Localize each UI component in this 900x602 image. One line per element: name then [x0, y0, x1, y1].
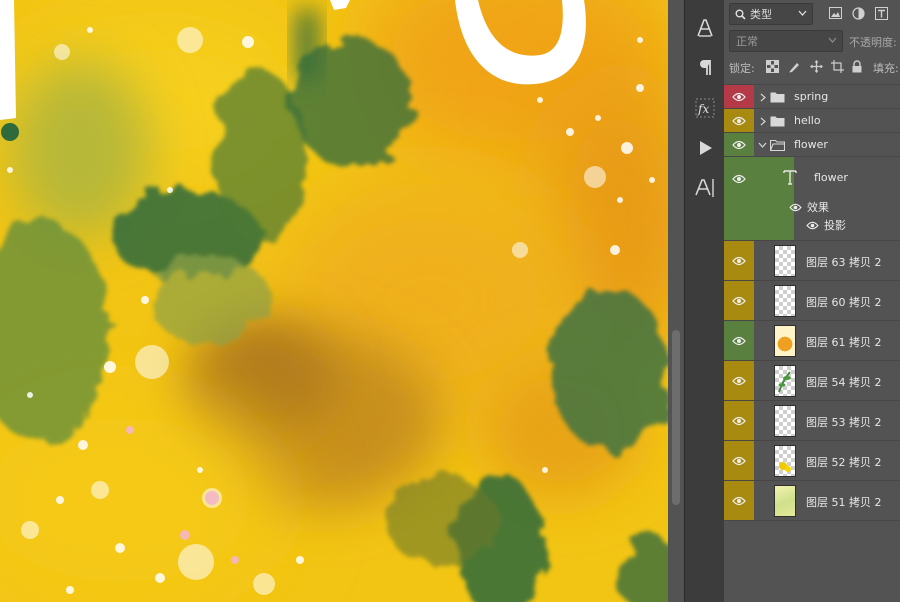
eye-icon: [732, 496, 746, 506]
search-icon: [735, 9, 746, 20]
opacity-label: 不透明度:: [849, 36, 897, 49]
visibility-toggle[interactable]: [724, 361, 754, 401]
layer-row-flower-text[interactable]: flower 效果 投影: [724, 156, 900, 241]
layer-name[interactable]: 图层 51 拷贝 2: [806, 494, 882, 510]
svg-text:fx: fx: [697, 102, 709, 116]
effects-eye-icon[interactable]: [789, 203, 802, 212]
layer-name[interactable]: 图层 54 拷贝 2: [806, 374, 882, 390]
collapsed-panels-strip: fx: [684, 0, 725, 602]
layer-row-63[interactable]: 图层 63 拷贝 2: [724, 240, 900, 281]
folder-icon: [770, 91, 785, 103]
layer-row-hello[interactable]: hello: [724, 108, 900, 133]
eye-icon: [732, 336, 746, 346]
visibility-toggle[interactable]: [724, 85, 754, 109]
fx-icon[interactable]: fx: [689, 92, 721, 124]
layer-row-54[interactable]: 图层 54 拷贝 2: [724, 360, 900, 401]
lock-label: 锁定:: [729, 62, 755, 75]
lock-all-icon[interactable]: [851, 60, 865, 74]
filter-adjustment-icon[interactable]: [849, 4, 867, 22]
visibility-toggle[interactable]: [724, 109, 754, 133]
layer-thumbnail: [774, 285, 796, 317]
eye-icon: [732, 174, 746, 184]
eye-icon: [732, 416, 746, 426]
type-layer-icon: [782, 169, 798, 185]
eye-icon: [732, 376, 746, 386]
eye-icon: [732, 456, 746, 466]
effects-label[interactable]: 效果: [807, 199, 829, 215]
open-folder-icon: [770, 139, 785, 151]
lock-image-pixels-icon[interactable]: [788, 60, 802, 74]
eye-icon: [732, 140, 746, 150]
layer-thumbnail: [774, 325, 796, 357]
lock-transparent-pixels-icon[interactable]: [766, 60, 780, 74]
blend-row: 正常 不透明度:: [724, 28, 900, 52]
layer-name[interactable]: flower: [794, 138, 828, 151]
blend-mode-dropdown[interactable]: 正常: [729, 30, 843, 52]
watercolor-artwork: [0, 0, 668, 602]
filter-kind-label: 类型: [750, 8, 772, 21]
layer-row-51[interactable]: 图层 51 拷贝 2: [724, 480, 900, 521]
visibility-toggle[interactable]: [724, 321, 754, 361]
chevron-right-icon[interactable]: [760, 117, 766, 126]
glyphs-icon[interactable]: [689, 172, 721, 204]
visibility-toggle[interactable]: [724, 281, 754, 321]
folder-icon: [770, 115, 785, 127]
layer-thumbnail: [774, 245, 796, 277]
layer-row-60[interactable]: 图层 60 拷贝 2: [724, 280, 900, 321]
visibility-toggle[interactable]: [724, 401, 754, 441]
layer-thumbnail: [774, 405, 796, 437]
chevron-down-icon: [828, 37, 837, 43]
filter-type-icon[interactable]: [872, 4, 890, 22]
lock-artboard-icon[interactable]: [831, 60, 845, 74]
layers-panel: 类型 正常 不透明度: 锁定: 填充: spring hello flower …: [724, 0, 900, 602]
filter-kind-dropdown[interactable]: 类型: [729, 3, 813, 25]
fill-label: 填充:: [873, 62, 899, 75]
filter-pixel-icon[interactable]: [826, 4, 844, 22]
play-icon[interactable]: [689, 132, 721, 164]
layer-thumbnail: [774, 365, 796, 397]
paragraph-icon[interactable]: [689, 51, 721, 83]
layer-name[interactable]: 图层 60 拷贝 2: [806, 294, 882, 310]
visibility-toggle[interactable]: [724, 133, 754, 157]
document-canvas[interactable]: [0, 0, 668, 602]
layer-name[interactable]: 图层 52 拷贝 2: [806, 454, 882, 470]
canvas-vertical-scrollbar[interactable]: [668, 0, 684, 602]
layer-row-53[interactable]: 图层 53 拷贝 2: [724, 400, 900, 441]
layer-name[interactable]: 图层 63 拷贝 2: [806, 254, 882, 270]
layer-name[interactable]: 图层 61 拷贝 2: [806, 334, 882, 350]
eye-icon: [732, 92, 746, 102]
layer-list-end-divider: [724, 520, 900, 521]
visibility-toggle[interactable]: [724, 441, 754, 481]
layer-name[interactable]: 图层 53 拷贝 2: [806, 414, 882, 430]
visibility-toggle[interactable]: [724, 157, 754, 241]
drop-shadow-label[interactable]: 投影: [824, 217, 846, 233]
layer-filter-bar: 类型: [724, 0, 900, 26]
layer-thumbnail: [774, 485, 796, 517]
layer-list[interactable]: spring hello flower flower 效果 投影 图层 63 拷…: [724, 84, 900, 602]
layer-name[interactable]: spring: [794, 90, 828, 103]
layer-name[interactable]: flower: [814, 171, 848, 184]
chevron-down-icon: [798, 10, 807, 16]
drop-shadow-eye-icon[interactable]: [806, 221, 819, 230]
layer-row-flower-group[interactable]: flower: [724, 132, 900, 157]
scrollbar-thumb[interactable]: [672, 330, 680, 505]
character-panel-icon[interactable]: [689, 12, 721, 44]
layer-thumbnail: [774, 445, 796, 477]
visibility-toggle[interactable]: [724, 481, 754, 521]
eye-icon: [732, 116, 746, 126]
eye-icon: [732, 256, 746, 266]
lock-position-icon[interactable]: [810, 60, 824, 74]
visibility-toggle[interactable]: [724, 241, 754, 281]
blend-mode-value: 正常: [736, 35, 758, 48]
layer-row-52[interactable]: 图层 52 拷贝 2: [724, 440, 900, 481]
eye-icon: [732, 296, 746, 306]
layer-row-61[interactable]: 图层 61 拷贝 2: [724, 320, 900, 361]
chevron-down-icon[interactable]: [758, 142, 767, 148]
chevron-right-icon[interactable]: [760, 93, 766, 102]
layer-row-spring[interactable]: spring: [724, 84, 900, 109]
lock-row: 锁定: 填充:: [724, 56, 900, 78]
layer-name[interactable]: hello: [794, 114, 821, 127]
